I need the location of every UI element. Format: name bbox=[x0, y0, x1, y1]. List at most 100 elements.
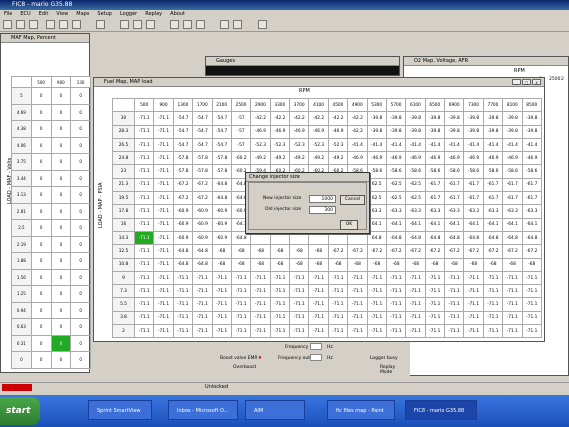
task-inbox[interactable]: Inbox - Microsoft O... bbox=[168, 400, 238, 420]
fuel-cell[interactable]: -68 bbox=[347, 257, 368, 272]
fuel-cell[interactable]: -71.1 bbox=[288, 297, 310, 312]
fuel-cell[interactable]: -71.1 bbox=[133, 111, 155, 126]
fuel-cell[interactable]: -71.1 bbox=[211, 270, 232, 286]
fuel-cell[interactable]: -49.2 bbox=[308, 151, 329, 166]
fuel-cell[interactable]: -63.3 bbox=[443, 204, 465, 219]
fuel-cell[interactable]: -71.1 bbox=[133, 310, 155, 326]
fuel-cell[interactable]: -58.6 bbox=[424, 164, 446, 179]
fuel-cell[interactable]: -42.2 bbox=[308, 111, 329, 126]
fuel-cell[interactable]: -71.1 bbox=[347, 270, 368, 286]
fuel-cell[interactable]: -39.8 bbox=[405, 124, 426, 139]
fuel-cell[interactable]: -54.7 bbox=[172, 124, 194, 139]
fuel-cell[interactable]: -71.1 bbox=[192, 270, 213, 286]
fuel-cell[interactable]: -46.9 bbox=[269, 124, 291, 139]
fuel-cell[interactable]: -67.2 bbox=[385, 244, 407, 259]
fuel-cell[interactable]: -71.1 bbox=[133, 217, 155, 232]
fuel-cell[interactable]: -68 bbox=[211, 244, 232, 259]
fuel-cell[interactable]: -57.8 bbox=[192, 164, 213, 179]
fuel-cell[interactable]: -71.1 bbox=[385, 284, 407, 299]
maf-cell[interactable]: 0 bbox=[70, 219, 91, 237]
minimize-button[interactable]: _ bbox=[512, 79, 521, 85]
fuel-cell[interactable]: -68 bbox=[308, 244, 329, 259]
fuel-cell[interactable]: -71.1 bbox=[250, 324, 271, 339]
fuel-cell[interactable]: -71.1 bbox=[172, 284, 194, 299]
menu-setup[interactable]: Setup bbox=[97, 11, 112, 17]
fuel-cell[interactable]: -71.1 bbox=[308, 297, 329, 312]
new-injector-input[interactable]: 1000 bbox=[309, 195, 336, 203]
fuel-cell[interactable]: -71.1 bbox=[133, 270, 155, 286]
fuel-cell[interactable]: -67.2 bbox=[443, 244, 465, 259]
fuel-cell[interactable]: -64.8 bbox=[482, 230, 504, 246]
fuel-cell[interactable]: -71.1 bbox=[385, 270, 407, 286]
fuel-cell[interactable]: -60.9 bbox=[172, 230, 194, 246]
fuel-cell[interactable]: -64.8 bbox=[424, 230, 446, 246]
fuel-cell[interactable]: -60.9 bbox=[172, 204, 194, 219]
fuel-cell[interactable]: -64.8 bbox=[443, 230, 465, 246]
fuel-cell[interactable]: -68 bbox=[288, 257, 310, 272]
fuel-cell[interactable]: -64.1 bbox=[521, 217, 542, 232]
cancel-button[interactable]: Cancel bbox=[340, 195, 365, 205]
fuel-cell[interactable]: -71.1 bbox=[327, 324, 349, 339]
fuel-cell[interactable]: -71.1 bbox=[153, 310, 174, 326]
fuel-cell[interactable]: -67.2 bbox=[502, 244, 523, 259]
fuel-cell[interactable]: -57.8 bbox=[172, 164, 194, 179]
fuel-cell[interactable]: -58.6 bbox=[482, 164, 504, 179]
fuel-cell[interactable]: -68 bbox=[327, 257, 349, 272]
maf-cell[interactable]: 0 bbox=[30, 136, 52, 154]
fuel-cell[interactable]: -54.7 bbox=[211, 137, 232, 153]
fuel-cell[interactable]: -39.8 bbox=[405, 111, 426, 126]
fuel-cell[interactable]: -52.3 bbox=[308, 137, 329, 153]
fuel-cell[interactable]: -71.1 bbox=[463, 324, 484, 339]
fuel-cell[interactable]: -58.6 bbox=[521, 164, 542, 179]
maf-cell[interactable]: 0 bbox=[30, 334, 52, 352]
fuel-cell[interactable]: -68 bbox=[269, 257, 291, 272]
fuel-cell[interactable]: -64.8 bbox=[502, 230, 523, 246]
fuel-cell[interactable]: -42.2 bbox=[347, 124, 368, 139]
fuel-cell[interactable]: -61.7 bbox=[502, 191, 523, 206]
maf-cell[interactable]: 0 bbox=[50, 120, 72, 138]
fuel-cell[interactable]: -71.1 bbox=[288, 310, 310, 326]
fuel-cell[interactable]: -39.8 bbox=[521, 111, 542, 126]
fuel-cell[interactable]: -63.3 bbox=[424, 204, 446, 219]
fuel-cell[interactable]: -61.7 bbox=[424, 177, 446, 193]
open-icon[interactable] bbox=[16, 20, 25, 29]
fuel-cell[interactable]: -62.5 bbox=[405, 177, 426, 193]
table-icon[interactable] bbox=[146, 20, 155, 29]
fuel-cell[interactable]: -46.9 bbox=[502, 151, 523, 166]
fuel-cell[interactable]: -68 bbox=[443, 257, 465, 272]
fuel-cell[interactable]: -64.8 bbox=[172, 257, 194, 272]
fuel-cell[interactable]: -71.1 bbox=[482, 297, 504, 312]
fuel-cell[interactable]: -64.1 bbox=[405, 217, 426, 232]
fuel-cell[interactable]: -71.1 bbox=[502, 297, 523, 312]
fuel-cell[interactable]: -41.4 bbox=[502, 137, 523, 153]
fuel-cell[interactable]: -71.1 bbox=[502, 284, 523, 299]
save-icon[interactable] bbox=[29, 20, 38, 29]
fuel-cell[interactable]: -57.8 bbox=[172, 151, 194, 166]
task-aim[interactable]: AIM bbox=[245, 400, 305, 420]
fuel-cell[interactable]: -71.1 bbox=[405, 284, 426, 299]
maf-cell[interactable]: 0 bbox=[50, 235, 72, 253]
fuel-cell[interactable]: -46.9 bbox=[443, 151, 465, 166]
maf-cell[interactable]: 0 bbox=[70, 318, 91, 336]
fuel-cell[interactable]: -62.5 bbox=[385, 191, 407, 206]
fuel-cell[interactable]: -71.1 bbox=[482, 270, 504, 286]
fuel-cell[interactable]: -39.8 bbox=[521, 124, 542, 139]
fuel-cell[interactable]: -46.9 bbox=[482, 151, 504, 166]
maximize-button[interactable]: □ bbox=[522, 79, 531, 85]
fuel-cell[interactable]: -63.3 bbox=[463, 204, 484, 219]
fuel-cell[interactable]: -41.4 bbox=[385, 137, 407, 153]
fuel-cell[interactable]: -71.1 bbox=[405, 297, 426, 312]
fuel-cell[interactable]: -71.1 bbox=[250, 270, 271, 286]
maf-cell[interactable]: 0 bbox=[50, 169, 72, 187]
maf-cell[interactable]: 0 bbox=[50, 351, 72, 369]
fuel-cell[interactable]: -71.1 bbox=[424, 270, 446, 286]
fuel-cell[interactable]: -71.1 bbox=[133, 164, 155, 179]
fuel-cell[interactable]: -46.9 bbox=[288, 124, 310, 139]
fuel-cell[interactable]: -46.9 bbox=[521, 151, 542, 166]
fuel-cell[interactable]: -61.7 bbox=[482, 191, 504, 206]
fuel-cell[interactable]: -61.7 bbox=[424, 191, 446, 206]
fuel-cell[interactable]: -71.1 bbox=[521, 270, 542, 286]
fuel-cell[interactable]: -71.1 bbox=[133, 284, 155, 299]
fuel-cell[interactable]: -71.1 bbox=[230, 270, 252, 286]
fuel-cell[interactable]: -42.2 bbox=[327, 111, 349, 126]
